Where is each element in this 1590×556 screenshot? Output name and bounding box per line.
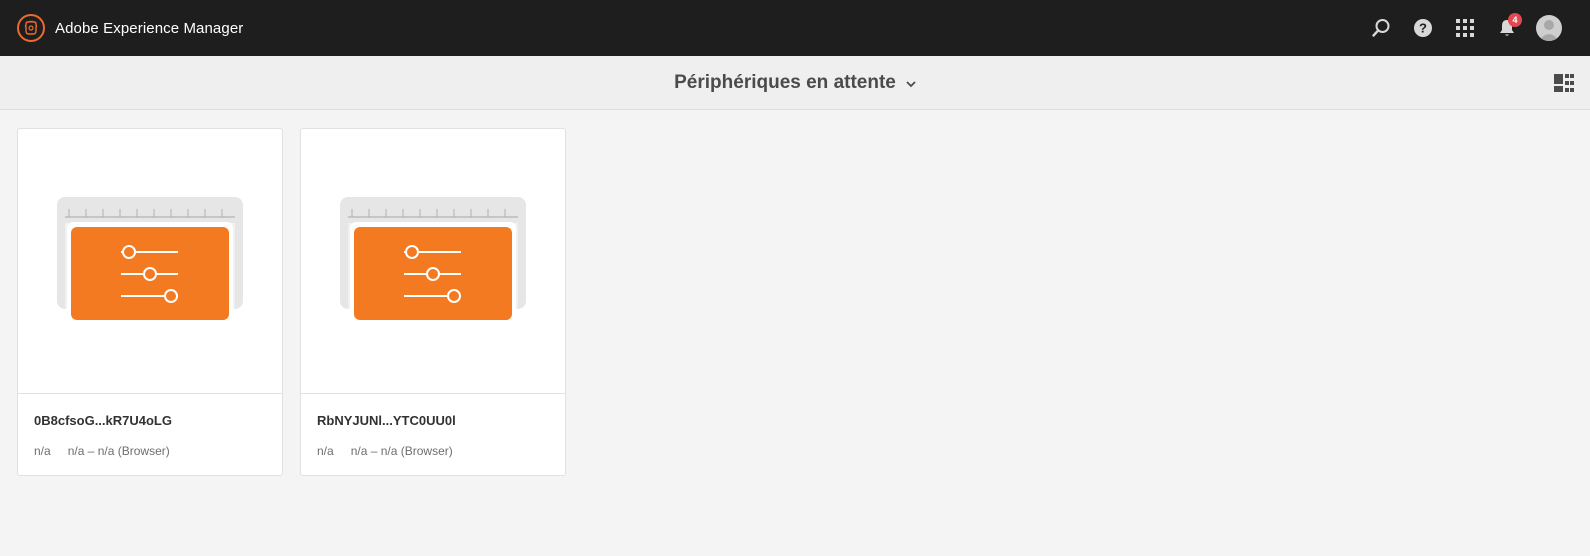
- user-profile-button[interactable]: [1528, 7, 1570, 49]
- card-title: RbNYJUNl...YTC0UU0l: [317, 413, 456, 428]
- home-link[interactable]: Adobe Experience Manager: [17, 14, 243, 42]
- card-meta-status: n/a: [34, 444, 51, 458]
- card-title: 0B8cfsoG...kR7U4oLG: [34, 413, 172, 428]
- view-switcher[interactable]: [1552, 71, 1576, 95]
- device-settings-thumbnail: [57, 197, 243, 323]
- apps-grid-icon: [1456, 19, 1474, 37]
- help-button[interactable]: ?: [1402, 7, 1444, 49]
- svg-text:?: ?: [1419, 21, 1427, 36]
- notifications-button[interactable]: 4: [1486, 7, 1528, 49]
- notification-badge: 4: [1508, 13, 1522, 27]
- card-thumbnail: [18, 129, 282, 394]
- card-meta: n/a n/a – n/a (Browser): [317, 444, 453, 458]
- card-meta-browser: n/a – n/a (Browser): [67, 444, 170, 458]
- device-card[interactable]: RbNYJUNl...YTC0UU0l n/a n/a – n/a (Brows…: [300, 128, 566, 476]
- adobe-experience-manager-logo: [17, 14, 45, 42]
- solutions-button[interactable]: [1444, 7, 1486, 49]
- chevron-down-icon: [906, 80, 916, 87]
- page-title-dropdown[interactable]: Périphériques en attente: [674, 72, 916, 94]
- header-actions: ? 4: [1360, 0, 1570, 56]
- card-meta-status: n/a: [317, 444, 334, 458]
- search-icon: [1372, 19, 1390, 37]
- global-header: Adobe Experience Manager ? 4: [0, 0, 1590, 56]
- page-title: Périphériques en attente: [674, 72, 896, 93]
- card-meta: n/a n/a – n/a (Browser): [34, 444, 170, 458]
- card-meta-browser: n/a – n/a (Browser): [350, 444, 453, 458]
- app-title: Adobe Experience Manager: [55, 19, 244, 37]
- search-button[interactable]: [1360, 7, 1402, 49]
- help-icon: ?: [1414, 19, 1432, 37]
- action-bar: Périphériques en attente: [0, 56, 1590, 110]
- avatar: [1536, 15, 1562, 41]
- card-view-icon: [1554, 74, 1574, 92]
- device-card[interactable]: 0B8cfsoG...kR7U4oLG n/a n/a – n/a (Brows…: [17, 128, 283, 476]
- card-thumbnail: [301, 129, 565, 394]
- device-settings-thumbnail: [340, 197, 526, 323]
